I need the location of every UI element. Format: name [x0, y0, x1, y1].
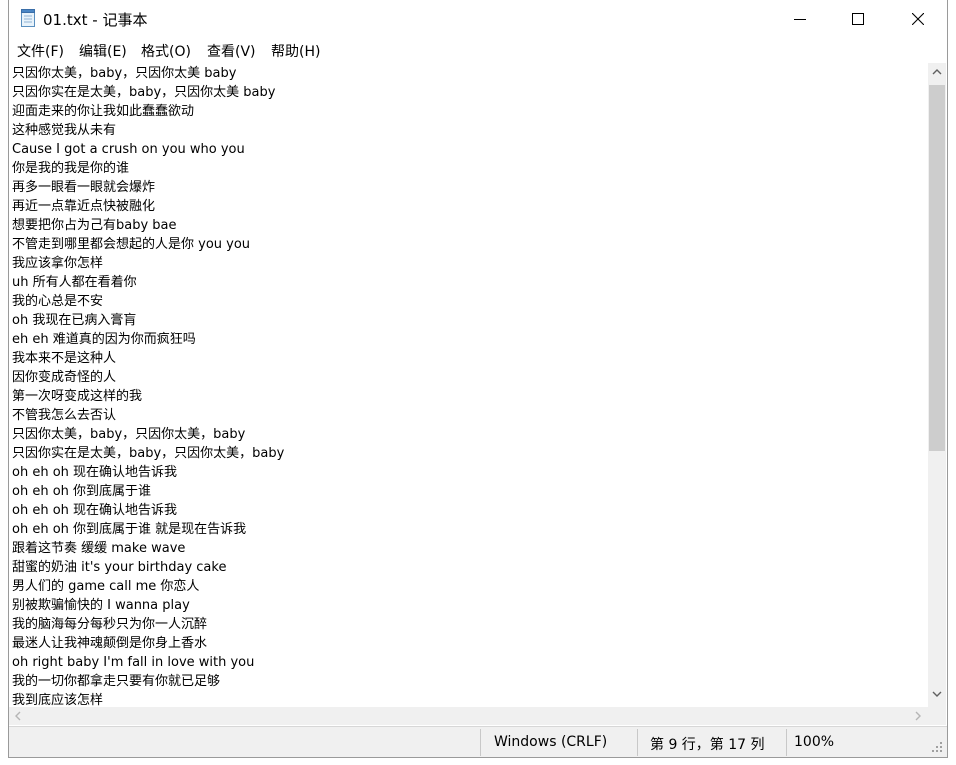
- text-line: oh eh oh 你到底属于谁: [12, 484, 152, 499]
- text-line: oh right baby I'm fall in love with you: [12, 655, 255, 670]
- text-line: 只因你太美，baby，只因你太美，baby: [12, 427, 246, 442]
- text-line: 跟着这节奏 缓缓 make wave: [12, 541, 186, 556]
- text-line: 只因你太美，baby，只因你太美 baby: [12, 66, 237, 81]
- text-line: 只因你实在是太美，baby，只因你太美 baby: [12, 85, 276, 100]
- minimize-icon: [794, 19, 806, 20]
- text-line: 男人们的 game call me 你恋人: [12, 579, 200, 594]
- text-line: 再近一点靠近点快被融化: [12, 199, 156, 214]
- text-line: 最迷人让我神魂颠倒是你身上香水: [12, 636, 208, 651]
- status-separator: [480, 729, 481, 756]
- chevron-right-icon: [915, 711, 921, 721]
- status-cursor-position: 第 9 行，第 17 列: [650, 737, 765, 753]
- text-line: 不管我怎么去否认: [12, 408, 117, 423]
- minimize-button[interactable]: [771, 0, 829, 38]
- horizontal-scrollbar[interactable]: [9, 707, 928, 725]
- close-button[interactable]: [889, 0, 947, 38]
- scroll-up-button[interactable]: [928, 63, 946, 81]
- status-bar: Windows (CRLF) 第 9 行，第 17 列 100%: [9, 726, 947, 757]
- chevron-down-icon: [932, 691, 942, 697]
- text-line: oh eh oh 你到底属于谁 就是现在告诉我: [12, 522, 247, 537]
- menu-file[interactable]: 文件(F): [17, 41, 64, 61]
- vertical-scroll-thumb[interactable]: [929, 85, 945, 451]
- text-line: oh eh oh 现在确认地告诉我: [12, 465, 178, 480]
- status-zoom: 100%: [794, 734, 835, 750]
- text-line: 迎面走来的你让我如此蠢蠢欲动: [12, 104, 195, 119]
- maximize-button[interactable]: [829, 0, 887, 38]
- menu-view[interactable]: 查看(V): [207, 41, 256, 61]
- notepad-window: 01.txt - 记事本 文件(F) 编辑(E) 格式(O) 查看(V) 帮助(…: [8, 0, 948, 758]
- status-encoding: Windows (CRLF): [494, 734, 608, 750]
- text-line: 你是我的我是你的谁: [12, 161, 130, 176]
- text-line: 这种感觉我从未有: [12, 123, 117, 138]
- scrollbar-corner: [928, 707, 946, 725]
- menu-edit[interactable]: 编辑(E): [79, 41, 127, 61]
- vertical-scrollbar[interactable]: [928, 63, 946, 707]
- status-separator: [637, 729, 638, 756]
- menu-format[interactable]: 格式(O): [141, 41, 191, 61]
- chevron-up-icon: [932, 69, 942, 75]
- maximize-icon: [852, 13, 864, 25]
- notepad-icon: [20, 9, 37, 28]
- text-line: 我的一切你都拿走只要有你就已足够: [12, 674, 221, 689]
- resize-grip-icon[interactable]: [931, 741, 943, 753]
- text-line: 不管走到哪里都会想起的人是你 you you: [12, 237, 251, 252]
- text-line: 只因你实在是太美，baby，只因你太美，baby: [12, 446, 285, 461]
- text-line: 别被欺骗愉快的 I wanna play: [12, 598, 190, 613]
- text-line: oh eh oh 现在确认地告诉我: [12, 503, 178, 518]
- text-line: 我的心总是不安: [12, 294, 104, 309]
- status-separator: [786, 729, 787, 756]
- text-line: 第一次呀变成这样的我: [12, 389, 143, 404]
- title-bar[interactable]: 01.txt - 记事本: [9, 0, 947, 38]
- scroll-down-button[interactable]: [928, 685, 946, 703]
- text-line: 我本来不是这种人: [12, 351, 117, 366]
- text-line: 再多一眼看一眼就会爆炸: [12, 180, 156, 195]
- text-line: eh eh 难道真的因为你而疯狂吗: [12, 332, 196, 347]
- text-line: oh 我现在已病入膏肓: [12, 313, 137, 328]
- scroll-right-button[interactable]: [909, 707, 927, 725]
- text-line: uh 所有人都在看着你: [12, 275, 137, 290]
- menu-help[interactable]: 帮助(H): [271, 41, 320, 61]
- text-line: 我的脑海每分每秒只为你一人沉醉: [12, 617, 208, 632]
- text-line: 想要把你占为己有baby bae: [12, 218, 177, 233]
- menu-bar: 文件(F) 编辑(E) 格式(O) 查看(V) 帮助(H): [9, 38, 947, 62]
- window-title: 01.txt - 记事本: [43, 11, 148, 29]
- text-line: Cause I got a crush on you who you: [12, 142, 245, 157]
- scroll-left-button[interactable]: [9, 707, 27, 725]
- text-line: 甜蜜的奶油 it's your birthday cake: [12, 560, 227, 575]
- close-icon: [912, 13, 924, 25]
- chevron-left-icon: [15, 711, 21, 721]
- text-line: 我应该拿你怎样: [12, 256, 104, 271]
- text-line: 因你变成奇怪的人: [12, 370, 117, 385]
- text-line: 我到底应该怎样: [12, 693, 104, 708]
- text-editor[interactable]: 只因你太美，baby，只因你太美 baby 只因你实在是太美，baby，只因你太美…: [9, 62, 929, 708]
